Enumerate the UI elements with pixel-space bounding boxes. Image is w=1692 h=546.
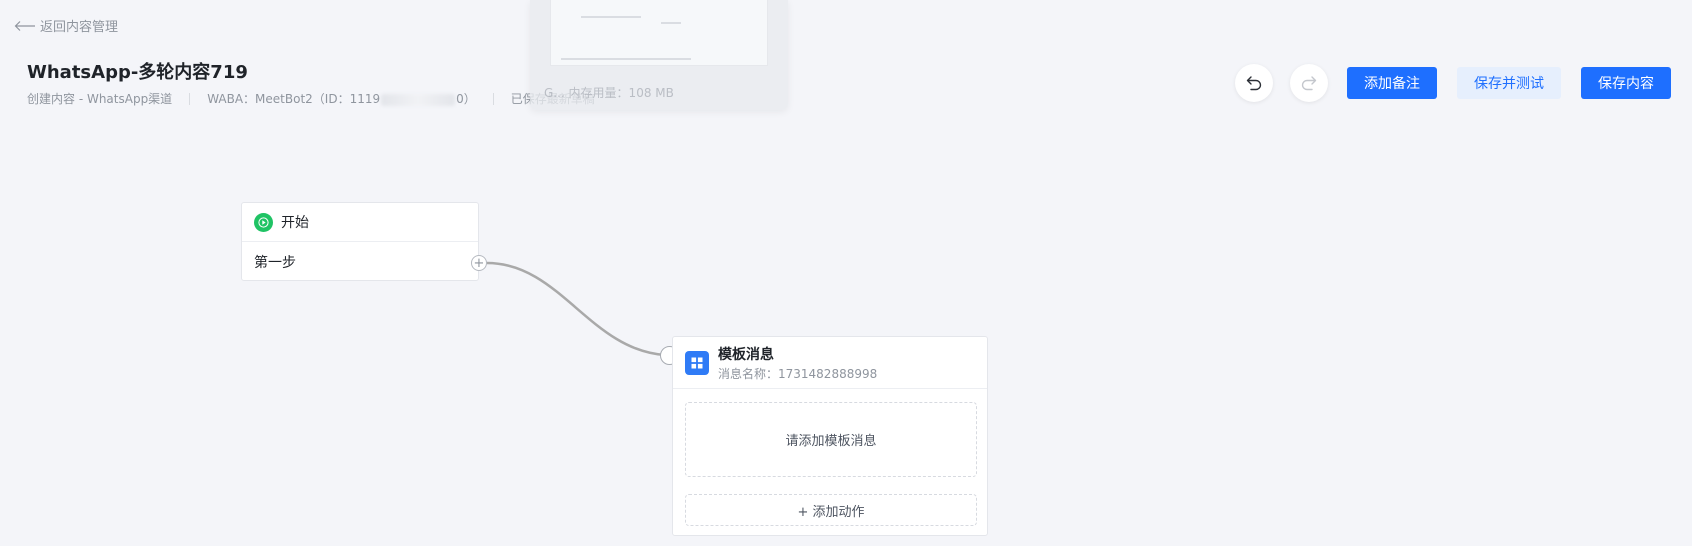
meta-waba-suffix: 0） bbox=[456, 92, 476, 106]
template-node-subtitle: 消息名称：1731482888998 bbox=[718, 366, 878, 381]
meta-waba-prefix: WABA：MeetBot2（ID：1119 bbox=[207, 92, 381, 106]
template-message-node[interactable]: 模板消息 消息名称：1731482888998 请添加模板消息 + 添加动作 bbox=[672, 336, 988, 536]
page-title: WhatsApp-多轮内容719 bbox=[27, 62, 248, 83]
connector-path bbox=[486, 261, 666, 357]
blurred-id-mask bbox=[381, 93, 456, 106]
add-template-message-area[interactable]: 请添加模板消息 bbox=[685, 402, 977, 477]
template-node-header: 模板消息 消息名称：1731482888998 bbox=[673, 337, 987, 389]
save-content-button[interactable]: 保存内容 bbox=[1581, 67, 1671, 99]
faded-overlay-text: G... 内存用量：108 MB bbox=[544, 86, 674, 100]
template-grid-icon bbox=[685, 350, 709, 375]
faded-overlay-panel: G... 内存用量：108 MB bbox=[530, 0, 788, 110]
faded-line bbox=[661, 22, 681, 24]
undo-icon bbox=[1246, 76, 1262, 91]
start-node-label: 开始 bbox=[281, 215, 309, 231]
save-and-test-button[interactable]: 保存并测试 bbox=[1457, 67, 1561, 99]
meta-created-channel: 创建内容 - WhatsApp渠道 bbox=[27, 92, 173, 106]
redo-button[interactable] bbox=[1290, 64, 1328, 102]
meta-divider bbox=[189, 92, 191, 105]
back-to-content-management-link[interactable]: 返回内容管理 bbox=[14, 16, 118, 35]
back-link-label: 返回内容管理 bbox=[40, 20, 119, 35]
undo-button[interactable] bbox=[1235, 64, 1273, 102]
faded-overlay-preview bbox=[550, 0, 768, 66]
start-node-step[interactable]: 第一步 bbox=[242, 242, 478, 281]
faded-line bbox=[581, 16, 641, 18]
redo-icon bbox=[1301, 76, 1317, 91]
start-node-header: 开始 bbox=[242, 203, 478, 242]
meta-waba-info: WABA：MeetBot2（ID：1119 0） bbox=[207, 90, 476, 107]
add-step-handle[interactable]: + bbox=[471, 255, 487, 271]
start-node[interactable]: 开始 第一步 bbox=[241, 202, 479, 281]
template-node-title: 模板消息 bbox=[718, 346, 774, 363]
add-action-button[interactable]: + 添加动作 bbox=[685, 494, 977, 526]
play-icon bbox=[254, 212, 273, 232]
faded-line bbox=[561, 58, 691, 60]
add-note-button[interactable]: 添加备注 bbox=[1347, 67, 1437, 99]
meta-divider bbox=[492, 92, 494, 105]
content-meta-row: 创建内容 - WhatsApp渠道 WABA：MeetBot2（ID：1119 0… bbox=[27, 90, 595, 107]
template-node-text: 模板消息 消息名称：1731482888998 bbox=[718, 344, 877, 382]
arrow-left-icon bbox=[14, 20, 35, 31]
